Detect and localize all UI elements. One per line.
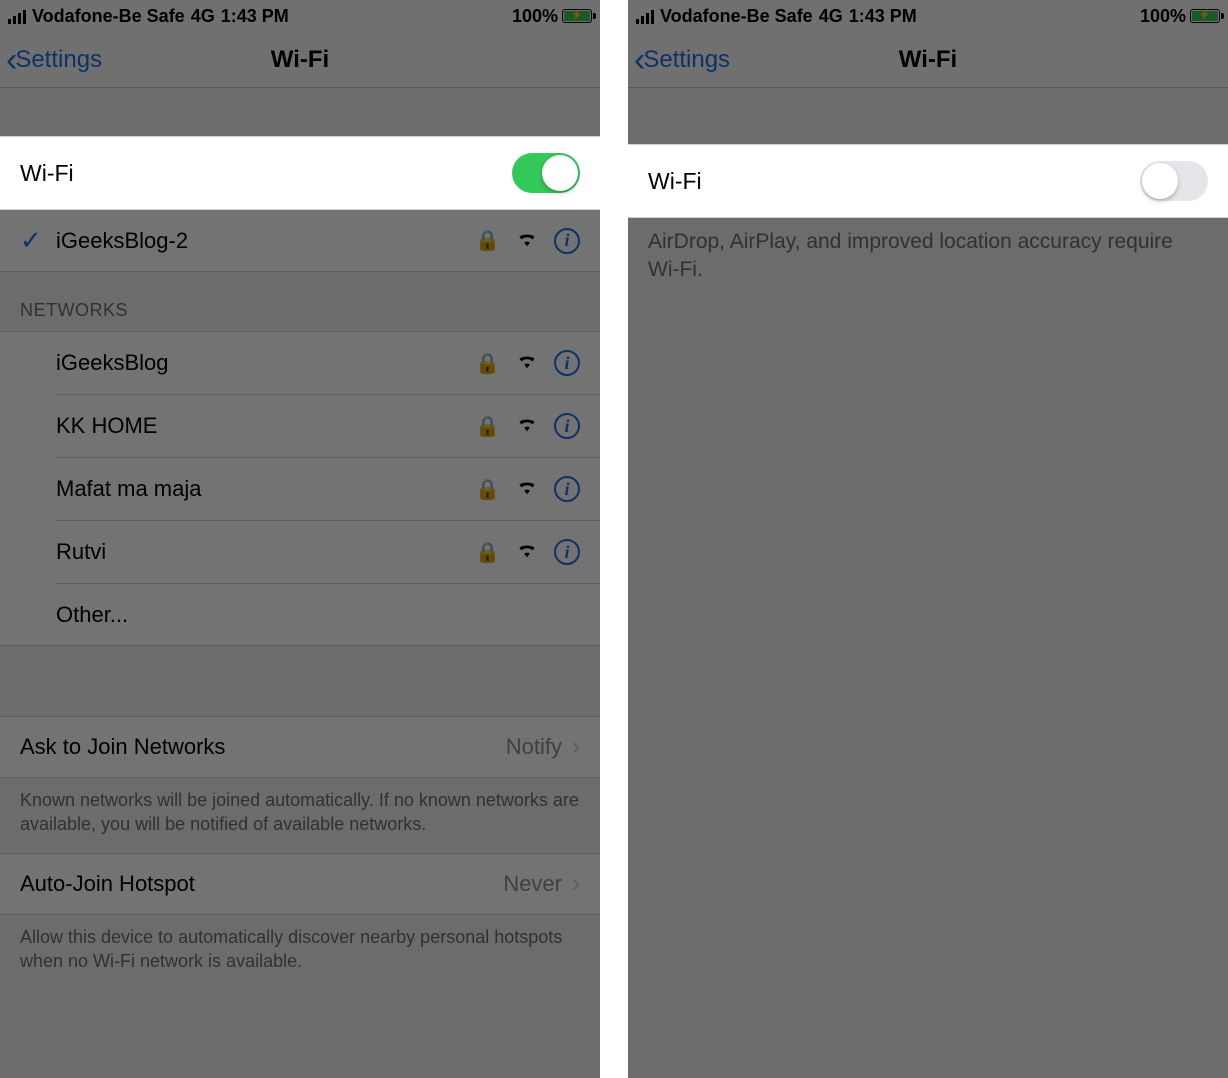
wifi-toggle-row[interactable]: Wi-Fi [628, 144, 1228, 218]
battery-icon: ⚡ [562, 9, 592, 23]
battery-icon: ⚡ [1190, 9, 1220, 23]
checkmark-icon: ✓ [20, 225, 56, 256]
signal-icon [8, 8, 26, 24]
back-button[interactable]: ‹ Settings [628, 43, 730, 77]
wifi-toggle-switch[interactable] [1140, 161, 1208, 201]
network-type: 4G [819, 6, 843, 27]
lock-icon: 🔒 [475, 414, 500, 439]
info-icon[interactable]: i [554, 476, 580, 502]
auto-join-hotspot-row[interactable]: Auto-Join Hotspot Never › [0, 853, 600, 915]
ask-to-join-row[interactable]: Ask to Join Networks Notify › [0, 716, 600, 778]
wifi-toggle-switch[interactable] [512, 153, 580, 193]
other-label: Other... [56, 602, 580, 628]
chevron-right-icon: › [572, 870, 580, 898]
battery-percent: 100% [512, 6, 558, 27]
status-bar: Vodafone-Be Safe 4G 1:43 PM 100% ⚡ [0, 0, 600, 32]
wifi-toggle-label: Wi-Fi [648, 168, 1140, 195]
connected-network-row[interactable]: ✓ iGeeksBlog-2 🔒 i [0, 210, 600, 272]
network-row[interactable]: iGeeksBlog 🔒 i [0, 332, 600, 394]
clock-label: 1:43 PM [849, 6, 917, 27]
wifi-signal-icon [516, 351, 538, 375]
status-bar: Vodafone-Be Safe 4G 1:43 PM 100% ⚡ [628, 0, 1228, 32]
lock-icon: 🔒 [475, 477, 500, 502]
ask-to-join-label: Ask to Join Networks [20, 734, 506, 760]
ask-to-join-value: Notify [506, 734, 562, 760]
info-icon[interactable]: i [554, 413, 580, 439]
network-name: KK HOME [56, 413, 475, 439]
auto-join-hotspot-footer: Allow this device to automatically disco… [0, 915, 600, 990]
back-label: Settings [643, 46, 730, 74]
signal-icon [636, 8, 654, 24]
lock-icon: 🔒 [475, 540, 500, 565]
network-name: iGeeksBlog [56, 350, 475, 376]
network-row[interactable]: Rutvi 🔒 i [0, 521, 600, 583]
network-name: Mafat ma maja [56, 476, 475, 502]
carrier-label: Vodafone-Be Safe [660, 6, 813, 27]
lock-icon: 🔒 [475, 351, 500, 376]
wifi-signal-icon [516, 414, 538, 438]
back-label: Settings [15, 46, 102, 74]
wifi-off-footer: AirDrop, AirPlay, and improved location … [628, 218, 1228, 301]
back-button[interactable]: ‹ Settings [0, 43, 102, 77]
network-row[interactable]: Mafat ma maja 🔒 i [0, 458, 600, 520]
phone-left: Vodafone-Be Safe 4G 1:43 PM 100% ⚡ ‹ Set… [0, 0, 614, 1078]
clock-label: 1:43 PM [221, 6, 289, 27]
lock-icon: 🔒 [475, 228, 500, 253]
info-icon[interactable]: i [554, 350, 580, 376]
info-icon[interactable]: i [554, 539, 580, 565]
connected-network-name: iGeeksBlog-2 [56, 228, 475, 254]
carrier-label: Vodafone-Be Safe [32, 6, 185, 27]
network-name: Rutvi [56, 539, 475, 565]
networks-section-header: NETWORKS [0, 272, 600, 331]
auto-join-hotspot-label: Auto-Join Hotspot [20, 871, 503, 897]
info-icon[interactable]: i [554, 228, 580, 254]
ask-to-join-footer: Known networks will be joined automatica… [0, 778, 600, 853]
other-network-row[interactable]: Other... [0, 584, 600, 646]
nav-bar: ‹ Settings Wi-Fi [628, 32, 1228, 88]
auto-join-hotspot-value: Never [503, 871, 562, 897]
network-row[interactable]: KK HOME 🔒 i [0, 395, 600, 457]
nav-bar: ‹ Settings Wi-Fi [0, 32, 600, 88]
phone-right: Vodafone-Be Safe 4G 1:43 PM 100% ⚡ ‹ Set… [614, 0, 1228, 1078]
wifi-signal-icon [516, 229, 538, 253]
battery-percent: 100% [1140, 6, 1186, 27]
chevron-right-icon: › [572, 733, 580, 761]
network-type: 4G [191, 6, 215, 27]
wifi-signal-icon [516, 477, 538, 501]
wifi-signal-icon [516, 540, 538, 564]
wifi-toggle-row[interactable]: Wi-Fi [0, 136, 600, 210]
wifi-toggle-label: Wi-Fi [20, 160, 512, 187]
